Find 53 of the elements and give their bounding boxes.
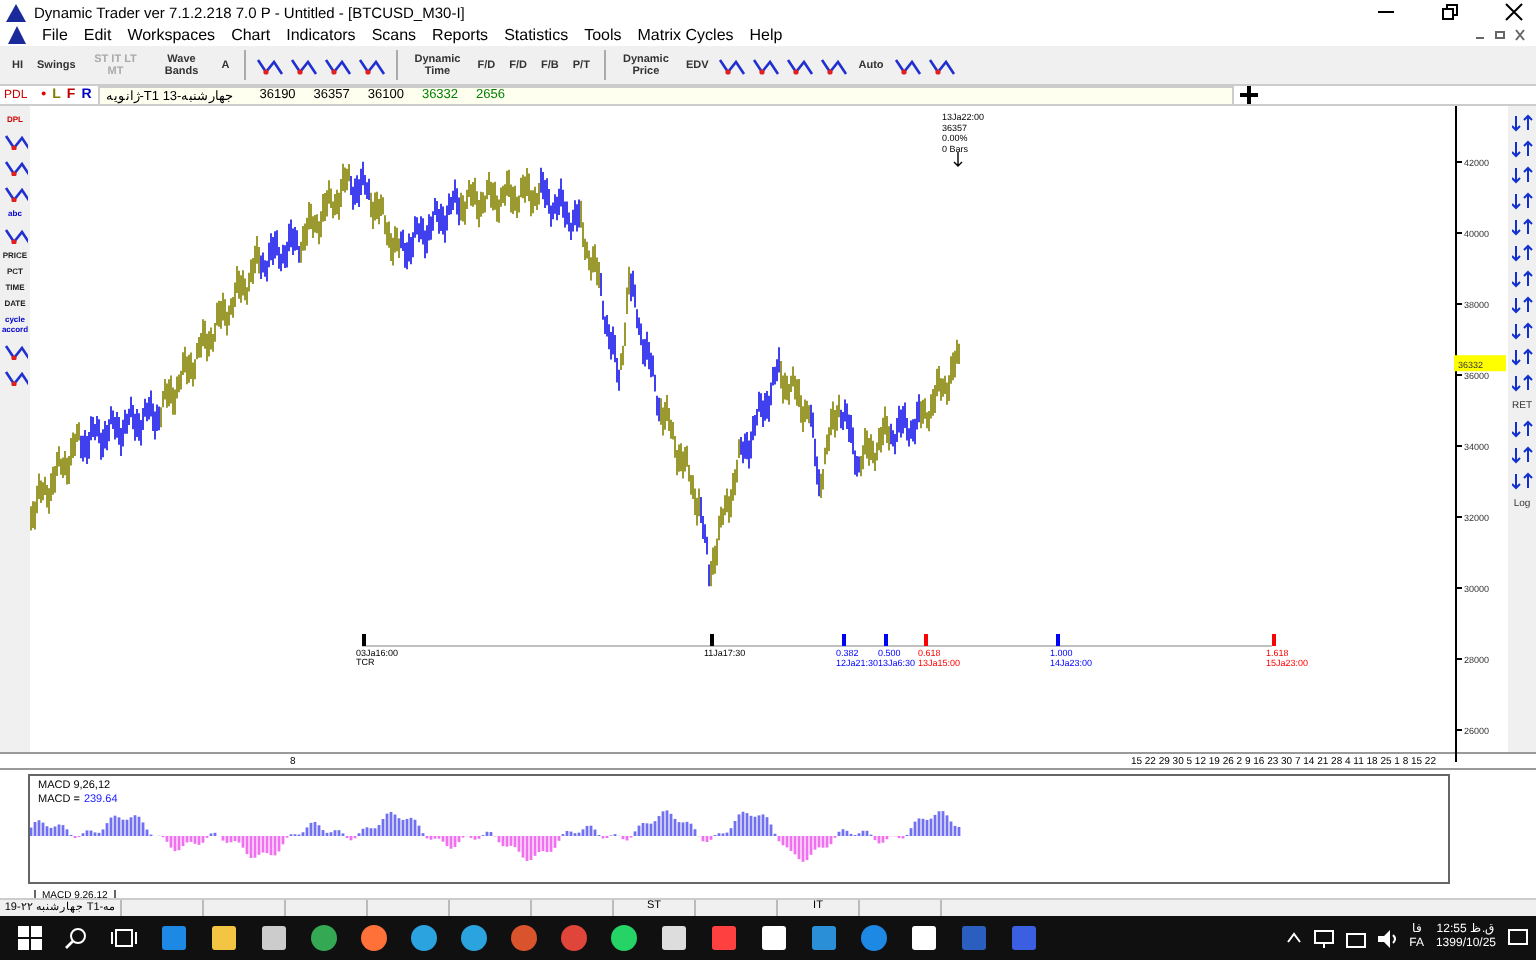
menu-item[interactable]: Tools: [584, 26, 622, 44]
arrow-tool-icon[interactable]: [1511, 348, 1533, 366]
speaker-icon[interactable]: [1377, 929, 1398, 947]
crosshair-icon[interactable]: [1239, 86, 1258, 104]
arrow-icon: [953, 151, 963, 167]
restore-icon[interactable]: [1440, 2, 1460, 22]
menu-item[interactable]: Matrix Cycles: [637, 26, 734, 44]
arrow-tool-icon[interactable]: [1511, 420, 1533, 438]
app-icon[interactable]: [460, 924, 488, 952]
app-icon[interactable]: [660, 924, 688, 952]
menu-item[interactable]: Chart: [231, 26, 271, 44]
menu-item[interactable]: Indicators: [286, 26, 356, 44]
windows-start-icon[interactable]: [18, 926, 42, 950]
menu-item[interactable]: Statistics: [504, 26, 569, 44]
app-icon[interactable]: [260, 924, 288, 952]
app-icon[interactable]: [410, 924, 438, 952]
app-icon[interactable]: [760, 924, 788, 952]
arrow-tool-icon[interactable]: [1511, 192, 1533, 210]
menu-item[interactable]: Edit: [83, 26, 112, 44]
zigzag-tool-icon[interactable]: [3, 366, 27, 386]
task-view-icon[interactable]: [110, 926, 138, 950]
app-icon[interactable]: [910, 924, 938, 952]
search-icon[interactable]: [64, 926, 88, 950]
app-logo-icon: [6, 3, 26, 21]
zigzag-tool-icon[interactable]: [3, 182, 27, 202]
app-icon[interactable]: [360, 924, 388, 952]
arrow-tool-icon[interactable]: [1511, 374, 1533, 392]
arrow-tool-icon[interactable]: [1511, 446, 1533, 464]
arrow-tool-icon[interactable]: [1511, 114, 1533, 132]
arrow-tool-icon[interactable]: [1511, 244, 1533, 262]
menu-item[interactable]: File: [42, 26, 68, 44]
notification-icon[interactable]: [1508, 928, 1528, 948]
zigzag-tool-icon[interactable]: [3, 156, 27, 176]
caret-icon[interactable]: [1285, 932, 1302, 944]
arrow-tool-icon[interactable]: [1511, 218, 1533, 236]
close-icon[interactable]: [1504, 2, 1524, 22]
arrow-tool-icon[interactable]: [1511, 166, 1533, 184]
arrow-tool-icon[interactable]: [1511, 322, 1533, 340]
menu-item[interactable]: Reports: [432, 26, 489, 44]
monitor-icon[interactable]: [1313, 929, 1334, 947]
app-icon[interactable]: [610, 924, 638, 952]
zigzag-tool-icon[interactable]: [3, 224, 27, 244]
menu-item[interactable]: Workspaces: [127, 26, 216, 44]
zigzag-tool-icon[interactable]: [3, 340, 27, 360]
arrow-tool-icon[interactable]: [1511, 472, 1533, 490]
app-icon[interactable]: [310, 924, 338, 952]
menu-item[interactable]: Scans: [371, 26, 417, 44]
arrow-tool-icon[interactable]: [1511, 140, 1533, 158]
menu-item[interactable]: Help: [749, 26, 783, 44]
app-icon[interactable]: [210, 924, 238, 952]
arrow-tool-icon[interactable]: [1511, 296, 1533, 314]
zigzag-tool-icon[interactable]: [3, 130, 27, 150]
arrow-tool-icon[interactable]: [1511, 270, 1533, 288]
